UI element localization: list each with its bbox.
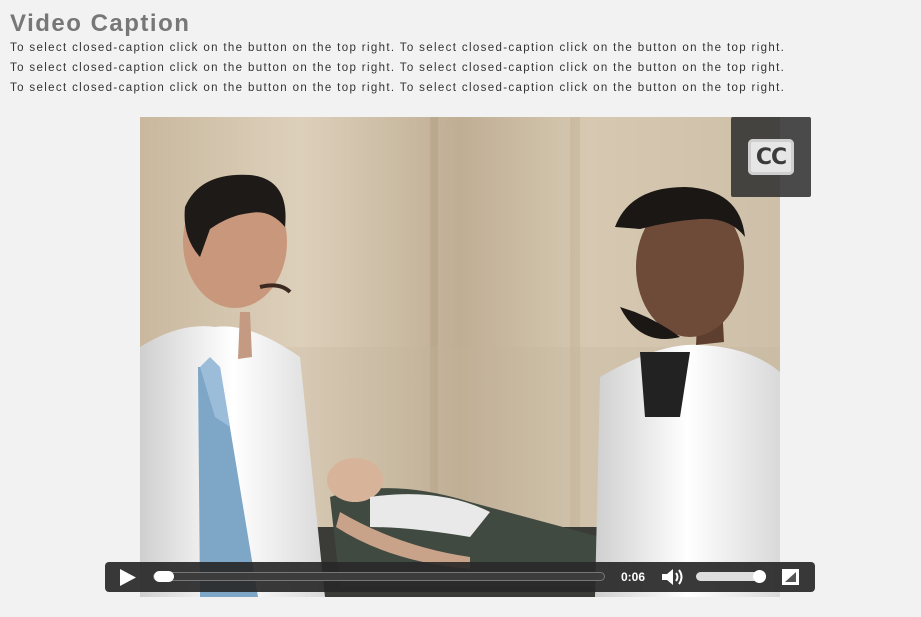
play-icon[interactable] (119, 569, 137, 586)
fullscreen-icon[interactable] (782, 569, 799, 585)
volume-handle[interactable] (753, 570, 766, 583)
volume-slider[interactable] (696, 570, 766, 583)
seek-handle[interactable] (154, 571, 174, 582)
description-line: To select closed-caption click on the bu… (10, 82, 786, 94)
seek-bar[interactable] (153, 571, 605, 582)
current-time: 0:06 (621, 570, 646, 584)
video-frame[interactable] (140, 117, 780, 597)
video-frame-image (140, 117, 780, 597)
closed-caption-button[interactable]: CC (731, 117, 811, 197)
description: To select closed-caption click on the bu… (10, 38, 915, 98)
description-line: To select closed-caption click on the bu… (10, 62, 786, 74)
description-line: To select closed-caption click on the bu… (10, 42, 786, 54)
volume-icon[interactable] (661, 568, 685, 586)
video-controls: 0:06 (105, 562, 815, 592)
closed-caption-icon: CC (748, 139, 794, 175)
page-title: Video Caption (10, 10, 191, 37)
page: Video Caption To select closed-caption c… (0, 0, 921, 617)
